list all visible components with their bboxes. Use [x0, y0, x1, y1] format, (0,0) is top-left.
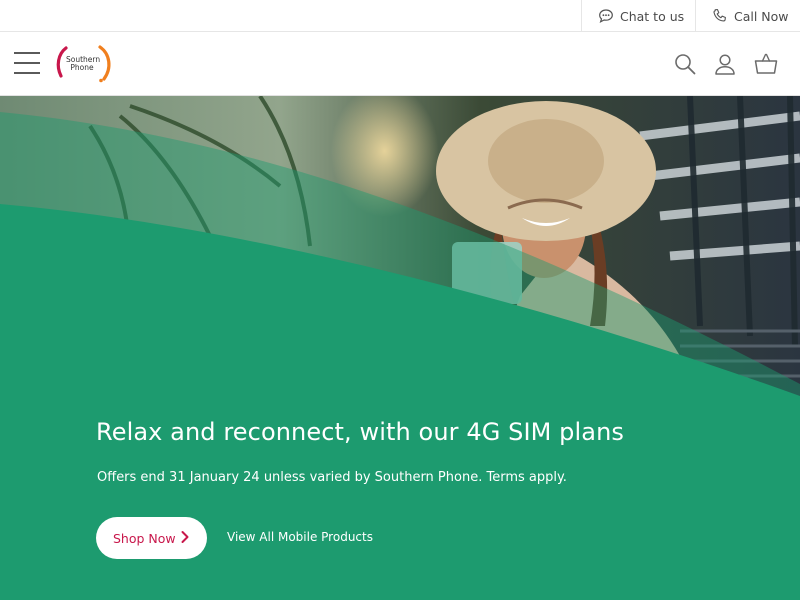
hero-headline: Relax and reconnect, with our 4G SIM pla…: [96, 418, 624, 446]
shop-now-button[interactable]: Shop Now: [96, 517, 207, 559]
search-icon[interactable]: [673, 52, 697, 76]
call-label: Call Now: [734, 8, 789, 24]
chat-label: Chat to us: [620, 8, 685, 24]
chat-bubble-icon: [599, 9, 613, 23]
hero-subtext: Offers end 31 January 24 unless varied b…: [97, 470, 567, 485]
chevron-right-icon: [181, 531, 189, 543]
shop-now-label: Shop Now: [113, 530, 176, 546]
basket-icon[interactable]: [754, 52, 778, 76]
user-icon[interactable]: [713, 52, 737, 76]
call-now-link[interactable]: Call Now: [695, 0, 800, 32]
chat-to-us-link[interactable]: Chat to us: [581, 0, 695, 32]
phone-icon: [713, 8, 726, 22]
southern-phone-logo[interactable]: Southern Phone: [52, 44, 116, 84]
view-all-mobile-products-link[interactable]: View All Mobile Products: [227, 530, 373, 544]
hero-banner: Relax and reconnect, with our 4G SIM pla…: [0, 96, 800, 600]
logo-text-line2: Phone: [70, 63, 94, 72]
utility-bar: Chat to us Call Now: [0, 0, 800, 32]
main-header: Southern Phone: [0, 32, 800, 96]
hamburger-menu-icon[interactable]: [14, 52, 40, 76]
